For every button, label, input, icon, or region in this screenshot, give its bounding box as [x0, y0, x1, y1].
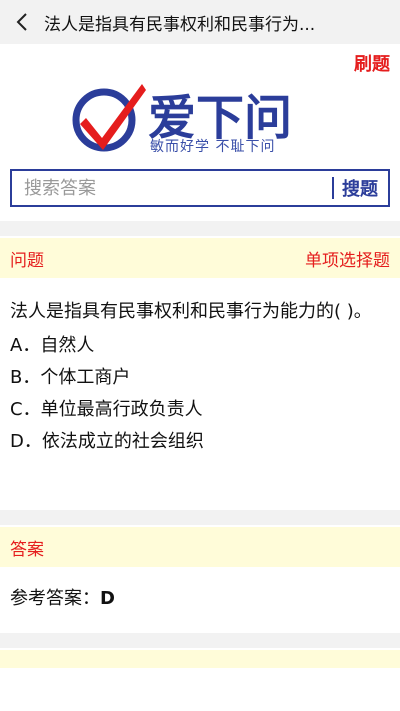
logo-slogan: 敏而好学 不耻下问 [150, 139, 276, 155]
next-section-header [0, 650, 400, 668]
answer-line: 参考答案：D [10, 584, 115, 610]
search-bar: 搜题 [10, 169, 390, 207]
top-bar: 法人是指具有民事权利和民事行为... [0, 0, 400, 44]
answer-section-header: 答案 [0, 527, 400, 567]
question-label: 问题 [10, 250, 44, 271]
option-b: B．个体工商户 [10, 367, 131, 388]
chevron-left-icon [16, 13, 27, 31]
section-divider [0, 633, 400, 648]
search-button[interactable]: 搜题 [334, 175, 388, 201]
page-title: 法人是指具有民事权利和民事行为... [44, 14, 316, 35]
search-input[interactable] [12, 171, 332, 205]
answer-label: 答案 [10, 539, 44, 560]
answer-prefix: 参考答案： [10, 588, 100, 609]
option-a: A．自然人 [10, 335, 95, 356]
section-divider [0, 510, 400, 525]
question-section-header: 问题 单项选择题 [0, 238, 400, 278]
option-c: C．单位最高行政负责人 [10, 399, 203, 420]
question-type-badge: 单项选择题 [305, 250, 390, 271]
answer-value: D [100, 588, 115, 609]
option-d: D．依法成立的社会组织 [10, 431, 204, 452]
back-button[interactable] [0, 0, 44, 44]
brush-questions-button[interactable]: 刷题 [354, 50, 390, 76]
section-divider [0, 221, 400, 236]
question-stem: 法人是指具有民事权利和民事行为能力的( )。 [10, 301, 372, 322]
question-block: 法人是指具有民事权利和民事行为能力的( )。 A．自然人 B．个体工商户 C．单… [10, 296, 390, 458]
